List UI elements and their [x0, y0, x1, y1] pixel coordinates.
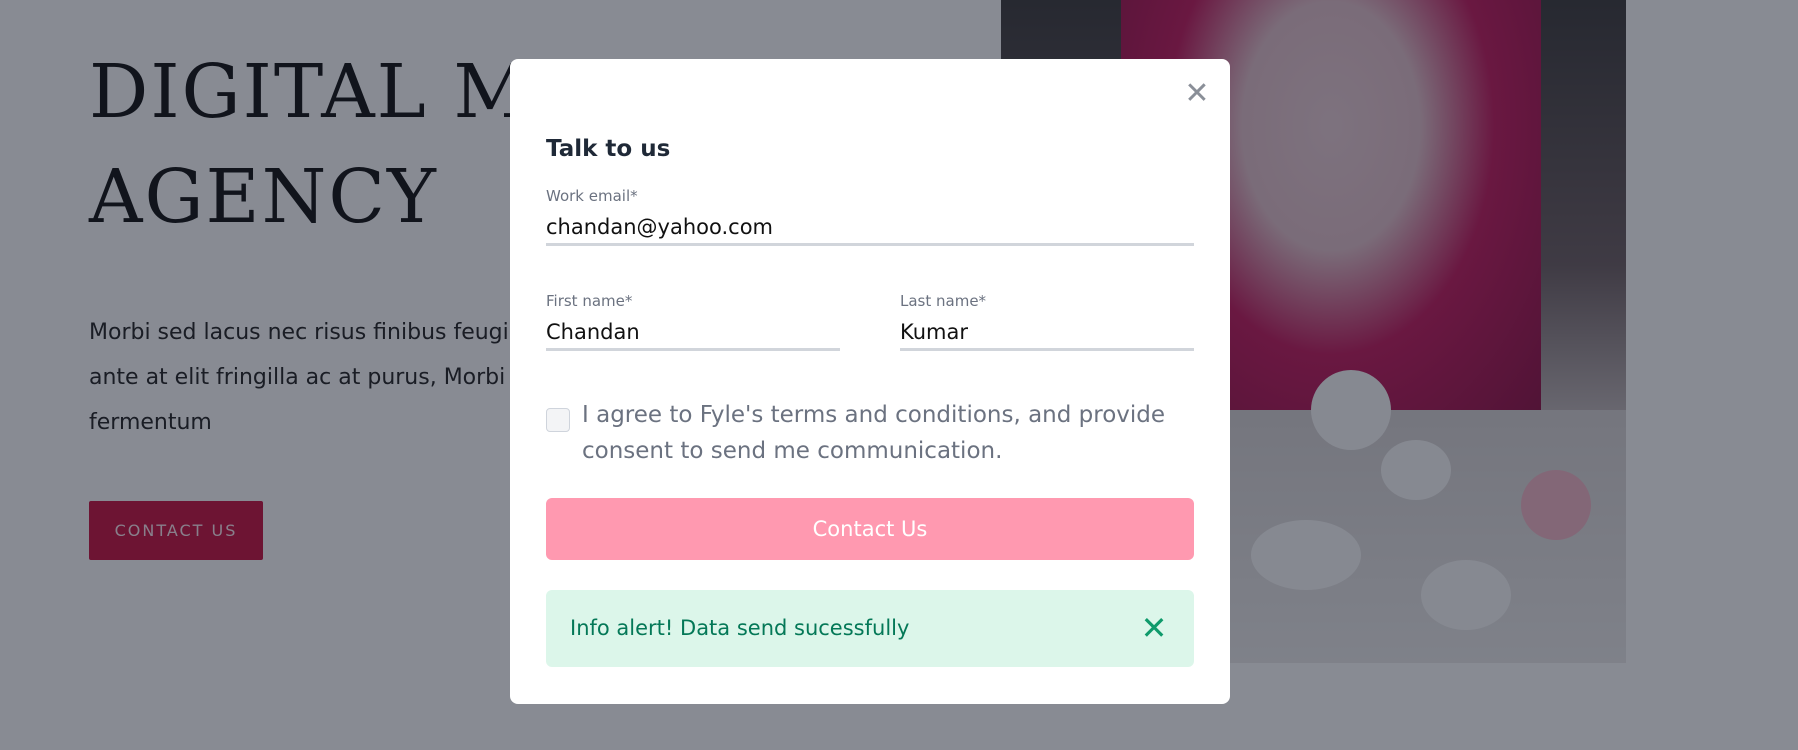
- modal-title: Talk to us: [546, 136, 671, 162]
- first-name-label: First name*: [546, 292, 633, 310]
- consent-text-line-2: consent to send me communication.: [582, 438, 1003, 464]
- alert-strong: Info alert!: [570, 616, 674, 640]
- email-field[interactable]: [546, 210, 1194, 246]
- success-alert: Info alert! Data send sucessfully ✕: [546, 590, 1194, 667]
- close-icon[interactable]: ✕: [1136, 610, 1172, 646]
- consent-checkbox[interactable]: [546, 408, 570, 432]
- first-name-field[interactable]: [546, 315, 840, 351]
- last-name-field[interactable]: [900, 315, 1194, 351]
- contact-modal: ✕ Talk to us Work email* First name* Las…: [510, 59, 1230, 704]
- last-name-label: Last name*: [900, 292, 987, 310]
- consent-text-line-1: I agree to Fyle's terms and conditions, …: [582, 402, 1166, 428]
- alert-text: Info alert! Data send sucessfully: [570, 616, 909, 640]
- consent-text: I agree to Fyle's terms and conditions, …: [582, 397, 1182, 469]
- close-icon[interactable]: ✕: [1180, 77, 1214, 111]
- contact-us-button[interactable]: Contact Us: [546, 498, 1194, 560]
- alert-message: Data send sucessfully: [673, 616, 910, 640]
- email-label: Work email*: [546, 187, 638, 205]
